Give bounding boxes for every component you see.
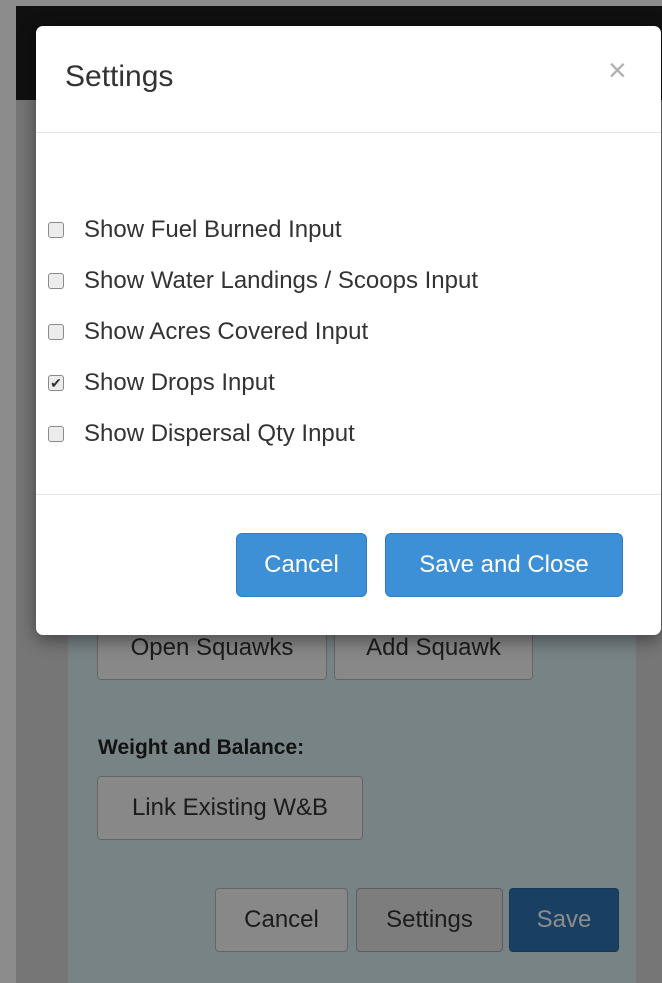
check-mark-icon: ✔ <box>50 375 62 391</box>
option-label: Show Dispersal Qty Input <box>84 420 355 447</box>
option-label: Show Fuel Burned Input <box>84 216 342 243</box>
option-dispersal-qty[interactable]: Show Dispersal Qty Input <box>48 418 355 450</box>
modal-title: Settings <box>65 60 174 93</box>
option-label: Show Water Landings / Scoops Input <box>84 267 479 294</box>
option-drops[interactable]: ✔ Show Drops Input <box>48 367 275 399</box>
modal-header: Settings × <box>36 26 661 133</box>
checkbox-acres-covered[interactable] <box>48 324 64 340</box>
modal-body: Show Fuel Burned Input Show Water Landin… <box>36 133 661 493</box>
checkbox-dispersal-qty[interactable] <box>48 426 64 442</box>
option-label: Show Acres Covered Input <box>84 318 369 345</box>
option-fuel-burned[interactable]: Show Fuel Burned Input <box>48 214 342 246</box>
checkbox-water-landings[interactable] <box>48 273 64 289</box>
settings-modal: Settings × Show Fuel Burned Input Show W… <box>36 26 661 635</box>
cancel-button[interactable]: Cancel <box>236 533 367 597</box>
option-water-landings[interactable]: Show Water Landings / Scoops Input <box>48 265 478 297</box>
option-label: Show Drops Input <box>84 369 275 396</box>
close-icon[interactable]: × <box>608 54 627 86</box>
option-acres-covered[interactable]: Show Acres Covered Input <box>48 316 368 348</box>
modal-footer: Cancel Save and Close <box>36 494 661 636</box>
checkbox-fuel-burned[interactable] <box>48 222 64 238</box>
save-and-close-button[interactable]: Save and Close <box>385 533 623 597</box>
checkbox-drops[interactable]: ✔ <box>48 375 64 391</box>
